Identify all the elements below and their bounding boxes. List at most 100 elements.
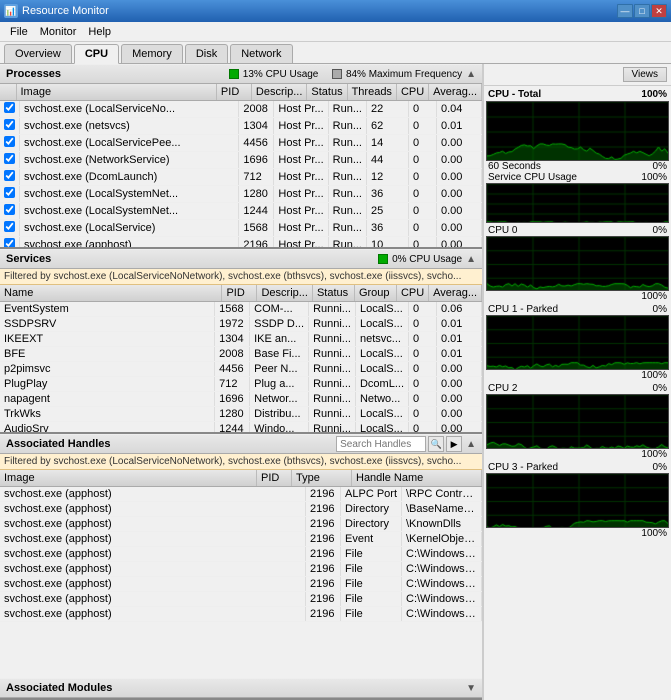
process-cpu: 0 xyxy=(409,203,437,220)
cpu-core-label-row: CPU 0 0% xyxy=(486,225,669,236)
service-row[interactable]: TrkWks 1280 Distribu... Runni... LocalS.… xyxy=(0,407,482,422)
tab-disk[interactable]: Disk xyxy=(185,44,228,63)
service-row[interactable]: EventSystem 1568 COM-... Runni... LocalS… xyxy=(0,302,482,317)
menu-monitor[interactable]: Monitor xyxy=(34,24,83,40)
handles-col-type[interactable]: Type xyxy=(292,470,352,487)
handles-table-scroll[interactable]: svchost.exe (apphost) 2196 ALPC Port \RP… xyxy=(0,487,482,678)
services-col-name[interactable]: Name xyxy=(0,285,222,302)
service-avg: 0.00 xyxy=(437,392,482,407)
handles-search-go[interactable]: ▶ xyxy=(446,436,462,452)
service-avg: 0.01 xyxy=(437,317,482,332)
close-button[interactable]: ✕ xyxy=(651,4,667,18)
handles-col-pid[interactable]: PID xyxy=(257,470,292,487)
tab-cpu[interactable]: CPU xyxy=(74,44,119,64)
services-table-scroll[interactable]: EventSystem 1568 COM-... Runni... LocalS… xyxy=(0,302,482,432)
menu-help[interactable]: Help xyxy=(82,24,117,40)
service-cpu-canvas xyxy=(487,184,669,223)
process-image: svchost.exe (LocalServicePee... xyxy=(20,135,239,152)
processes-col-cpu[interactable]: CPU xyxy=(396,84,428,101)
tab-network[interactable]: Network xyxy=(230,44,292,63)
services-col-group[interactable]: Group xyxy=(354,285,396,302)
processes-col-threads[interactable]: Threads xyxy=(347,84,396,101)
maximize-button[interactable]: □ xyxy=(634,4,650,18)
handle-row[interactable]: svchost.exe (apphost) 2196 File C:\Windo… xyxy=(0,547,482,562)
process-checkbox[interactable] xyxy=(4,221,15,232)
handle-row[interactable]: svchost.exe (apphost) 2196 File C:\Windo… xyxy=(0,592,482,607)
modules-title: Associated Modules xyxy=(6,682,112,694)
minimize-button[interactable]: — xyxy=(617,4,633,18)
processes-col-avg[interactable]: Averag... xyxy=(429,84,482,101)
cpu-cores-container: CPU 0 0% 100% CPU 1 - Parked 0% 100% CPU… xyxy=(486,225,669,539)
service-status: Runni... xyxy=(309,422,356,433)
process-row[interactable]: svchost.exe (LocalServiceNo... 2008 Host… xyxy=(0,101,482,118)
cpu-total-label: CPU - Total 100% xyxy=(486,88,669,101)
handles-col-handle[interactable]: Handle Name xyxy=(352,470,482,487)
modules-collapse[interactable]: ▼ xyxy=(466,683,476,694)
handle-row[interactable]: svchost.exe (apphost) 2196 Directory \Ba… xyxy=(0,502,482,517)
process-checkbox[interactable] xyxy=(4,102,15,113)
handle-row[interactable]: svchost.exe (apphost) 2196 File C:\Windo… xyxy=(0,577,482,592)
process-row[interactable]: svchost.exe (NetworkService) 1696 Host P… xyxy=(0,152,482,169)
views-button[interactable]: Views xyxy=(623,67,668,82)
process-pid: 712 xyxy=(239,169,274,186)
process-cpu: 0 xyxy=(409,237,437,248)
service-row[interactable]: BFE 2008 Base Fi... Runni... LocalS... 0… xyxy=(0,347,482,362)
cpu-core-pct-top: 100% xyxy=(486,370,669,381)
tab-overview[interactable]: Overview xyxy=(4,44,72,63)
process-pid: 4456 xyxy=(239,135,274,152)
services-col-status[interactable]: Status xyxy=(312,285,354,302)
process-checkbox[interactable] xyxy=(4,187,15,198)
process-checkbox[interactable] xyxy=(4,204,15,215)
service-row[interactable]: IKEEXT 1304 IKE an... Runni... netsvc...… xyxy=(0,332,482,347)
services-col-avg[interactable]: Averag... xyxy=(429,285,482,302)
process-row[interactable]: svchost.exe (netsvcs) 1304 Host Pr... Ru… xyxy=(0,118,482,135)
handles-search-button[interactable]: 🔍 xyxy=(428,436,444,452)
menu-file[interactable]: File xyxy=(4,24,34,40)
process-row[interactable]: svchost.exe (LocalSystemNet... 1280 Host… xyxy=(0,186,482,203)
handle-row[interactable]: svchost.exe (apphost) 2196 Directory \Kn… xyxy=(0,517,482,532)
service-row[interactable]: p2pimsvc 4456 Peer N... Runni... LocalS.… xyxy=(0,362,482,377)
service-row[interactable]: AudioSrv 1244 Windo... Runni... LocalS..… xyxy=(0,422,482,433)
handles-col-image[interactable]: Image xyxy=(0,470,257,487)
process-checkbox[interactable] xyxy=(4,238,15,247)
handle-row[interactable]: svchost.exe (apphost) 2196 File C:\Windo… xyxy=(0,562,482,577)
processes-collapse[interactable]: ▲ xyxy=(466,69,476,80)
process-pid: 2008 xyxy=(239,101,274,118)
service-group: LocalS... xyxy=(355,317,408,332)
processes-col-pid[interactable]: PID xyxy=(216,84,251,101)
process-row[interactable]: svchost.exe (apphost) 2196 Host Pr... Ru… xyxy=(0,237,482,248)
process-row[interactable]: svchost.exe (LocalService) 1568 Host Pr.… xyxy=(0,220,482,237)
processes-col-image[interactable]: Image xyxy=(16,84,216,101)
process-checkbox[interactable] xyxy=(4,119,15,130)
service-row[interactable]: PlugPlay 712 Plug a... Runni... DcomL...… xyxy=(0,377,482,392)
processes-table-scroll[interactable]: svchost.exe (LocalServiceNo... 2008 Host… xyxy=(0,101,482,247)
handle-image: svchost.exe (apphost) xyxy=(0,592,306,607)
process-row[interactable]: svchost.exe (LocalSystemNet... 1244 Host… xyxy=(0,203,482,220)
modules-section: Associated Modules ▼ xyxy=(0,678,482,700)
process-row[interactable]: svchost.exe (DcomLaunch) 712 Host Pr... … xyxy=(0,169,482,186)
service-row[interactable]: SSDPSRV 1972 SSDP D... Runni... LocalS..… xyxy=(0,317,482,332)
processes-col-status[interactable]: Status xyxy=(307,84,347,101)
process-checkbox[interactable] xyxy=(4,170,15,181)
services-col-desc[interactable]: Descrip... xyxy=(257,285,312,302)
handle-row[interactable]: svchost.exe (apphost) 2196 ALPC Port \RP… xyxy=(0,487,482,502)
handles-search-input[interactable] xyxy=(336,436,426,452)
processes-col-check[interactable] xyxy=(0,84,16,101)
tab-memory[interactable]: Memory xyxy=(121,44,183,63)
process-row[interactable]: svchost.exe (LocalServicePee... 4456 Hos… xyxy=(0,135,482,152)
handle-row[interactable]: svchost.exe (apphost) 2196 Event \Kernel… xyxy=(0,532,482,547)
process-avg: 0.00 xyxy=(437,220,482,237)
process-checkbox[interactable] xyxy=(4,136,15,147)
service-pid: 1304 xyxy=(215,332,250,347)
process-checkbox[interactable] xyxy=(4,153,15,164)
service-row[interactable]: napagent 1696 Networ... Runni... Netwo..… xyxy=(0,392,482,407)
service-group: LocalS... xyxy=(355,407,408,422)
handles-collapse[interactable]: ▲ xyxy=(466,439,476,450)
service-pid: 1972 xyxy=(215,317,250,332)
processes-col-desc[interactable]: Descrip... xyxy=(251,84,306,101)
services-collapse[interactable]: ▲ xyxy=(466,254,476,265)
service-desc: Plug a... xyxy=(250,377,309,392)
handle-row[interactable]: svchost.exe (apphost) 2196 File C:\Windo… xyxy=(0,607,482,622)
services-col-pid[interactable]: PID xyxy=(222,285,257,302)
services-col-cpu[interactable]: CPU xyxy=(396,285,428,302)
